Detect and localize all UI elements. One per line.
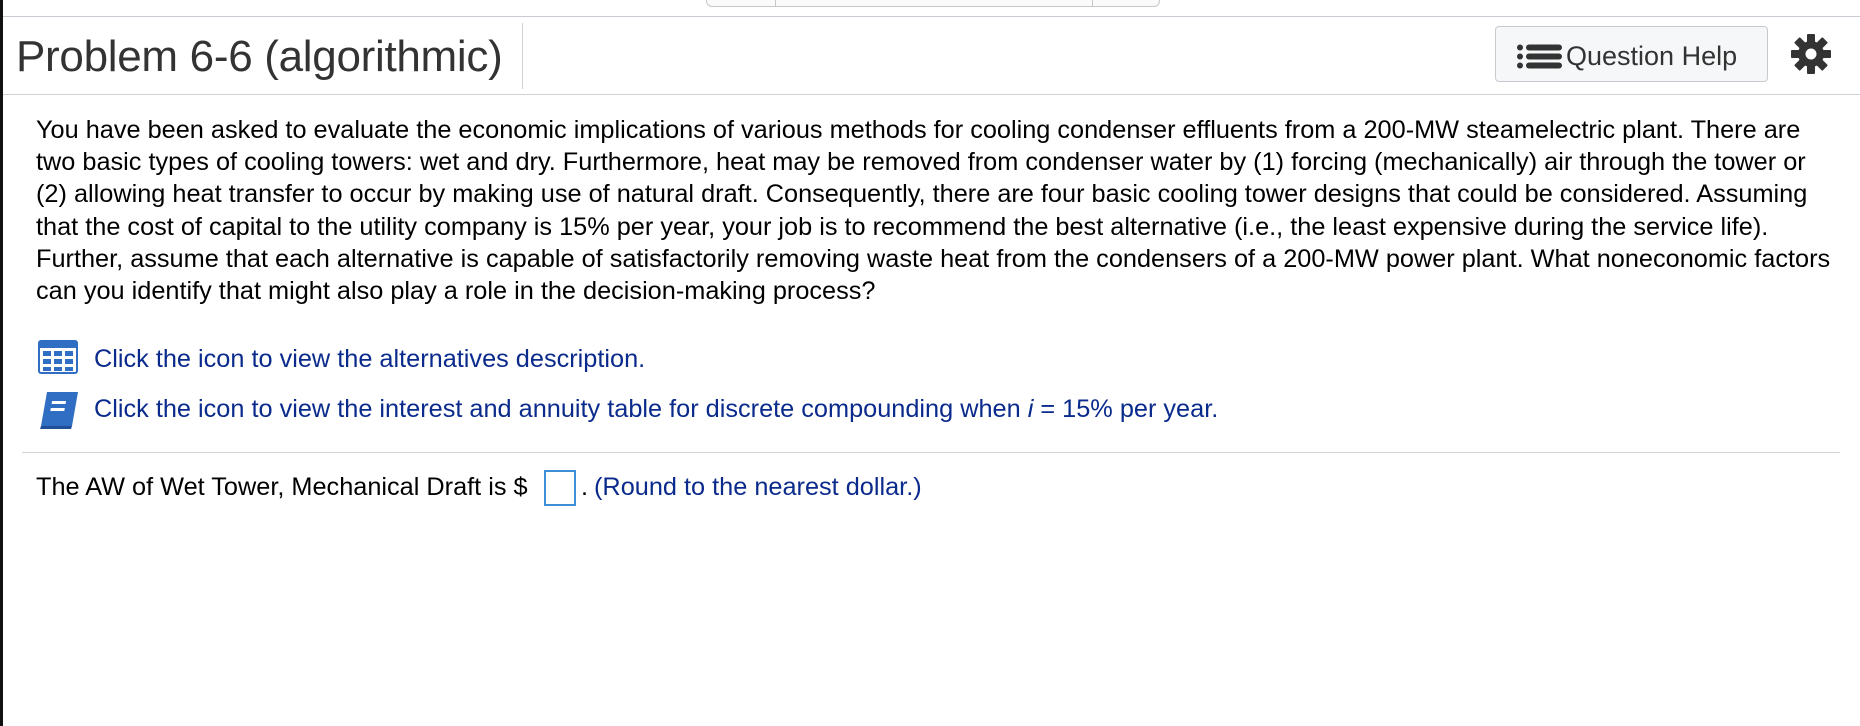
tab-divider bbox=[775, 0, 776, 6]
gear-icon[interactable] bbox=[1790, 33, 1832, 75]
tab-divider bbox=[1092, 0, 1093, 6]
interest-link-prefix: Click the icon to view the interest and … bbox=[94, 395, 1028, 423]
problem-header: Problem 6-6 (algorithmic) Question Help bbox=[3, 17, 1860, 95]
top-tab-strip[interactable] bbox=[706, 0, 1160, 7]
answer-prompt: The AW of Wet Tower, Mechanical Draft is… bbox=[36, 473, 528, 501]
list-icon bbox=[1517, 44, 1562, 69]
page-title: Problem 6-6 (algorithmic) bbox=[16, 32, 503, 81]
answer-period: . bbox=[581, 473, 589, 501]
question-help-button[interactable]: Question Help bbox=[1495, 26, 1768, 82]
alternatives-link[interactable]: Click the icon to view the alternatives … bbox=[94, 345, 645, 374]
title-divider bbox=[522, 23, 523, 89]
table-grid-icon[interactable] bbox=[38, 340, 78, 374]
interest-table-link[interactable]: Click the icon to view the interest and … bbox=[94, 395, 1218, 424]
interest-link-suffix: = 15% per year. bbox=[1033, 395, 1219, 423]
rounding-hint: (Round to the nearest dollar.) bbox=[594, 473, 922, 501]
section-divider bbox=[22, 452, 1840, 453]
book-icon[interactable] bbox=[38, 390, 80, 430]
question-help-label: Question Help bbox=[1566, 41, 1738, 71]
aw-answer-input[interactable] bbox=[544, 470, 576, 506]
window-left-edge bbox=[0, 0, 3, 726]
problem-statement: You have been asked to evaluate the econ… bbox=[36, 116, 1831, 306]
